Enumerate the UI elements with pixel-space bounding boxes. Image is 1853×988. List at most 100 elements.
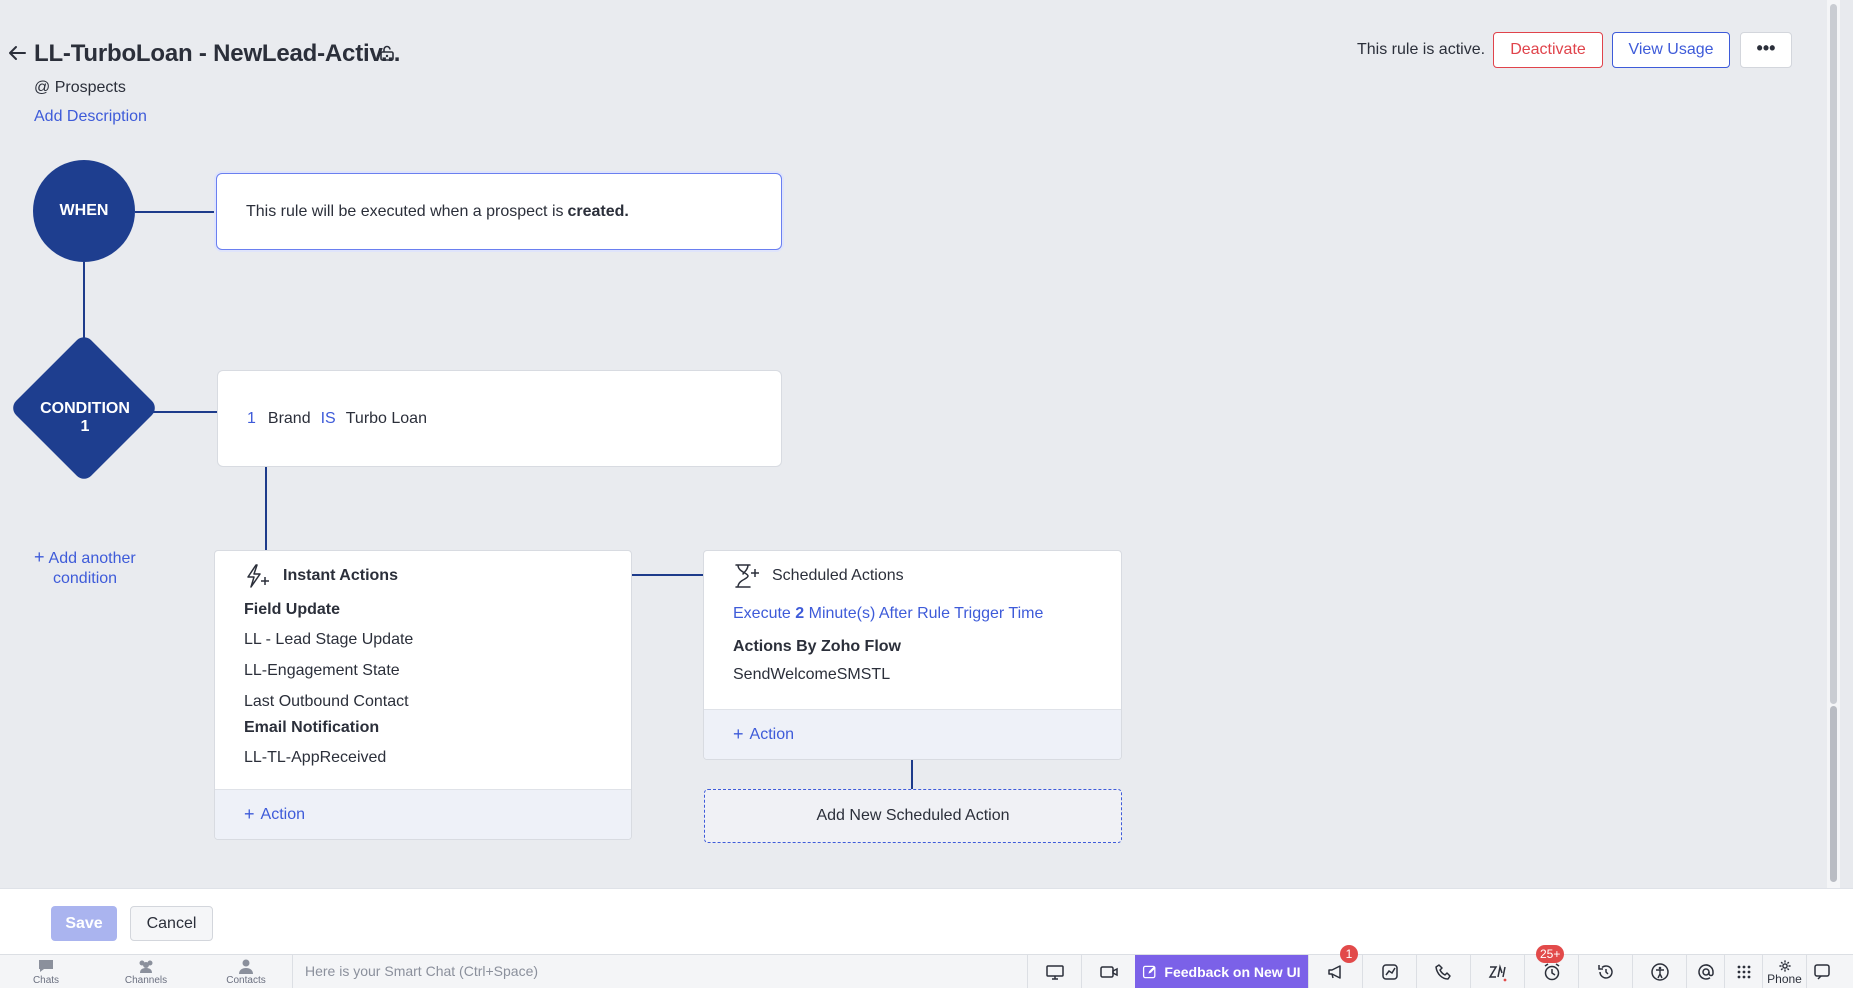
history-button[interactable] — [1578, 955, 1632, 988]
screen-share-button[interactable] — [1027, 955, 1081, 988]
smart-chat-input[interactable]: Here is your Smart Chat (Ctrl+Space) — [292, 955, 1027, 988]
chat-window-button[interactable] — [1806, 955, 1836, 988]
phone-icon — [1434, 963, 1451, 980]
scrollbar-track — [1830, 4, 1837, 704]
edit-icon — [1143, 965, 1157, 978]
group-icon — [139, 960, 153, 973]
when-trigger-box[interactable]: This rule will be executed when a prospe… — [216, 173, 782, 250]
cancel-button[interactable]: Cancel — [130, 906, 213, 941]
zia-icon — [1488, 963, 1506, 981]
criteria-operator: IS — [320, 409, 336, 427]
scheduled-actions-body: Execute 2 Minute(s) After Rule Trigger T… — [704, 605, 1121, 684]
form-footer: Save Cancel — [0, 888, 1853, 954]
rule-status-text: This rule is active. — [1357, 41, 1486, 58]
add-condition-line1: Add another — [48, 550, 136, 567]
meeting-button[interactable] — [1081, 955, 1135, 988]
plus-icon: + — [34, 547, 45, 567]
view-usage-button[interactable]: View Usage — [1612, 32, 1730, 68]
exec-suffix: Minute(s) After Rule Trigger Time — [808, 605, 1044, 622]
connector-instant-to-scheduled — [632, 574, 703, 576]
chats-nav[interactable]: Chats — [11, 958, 81, 986]
email-notification-title: Email Notification — [244, 719, 380, 736]
feedback-label: Feedback on New UI — [1164, 963, 1301, 980]
zoho-flow-title: Actions By Zoho Flow — [733, 638, 901, 655]
add-description-link[interactable]: Add Description — [34, 108, 147, 126]
field-update-item[interactable]: LL - Lead Stage Update — [244, 631, 631, 649]
rule-title: LL-TurboLoan - NewLead-Activ... — [34, 40, 401, 67]
unlock-icon[interactable] — [378, 44, 396, 62]
accessibility-icon — [1650, 962, 1669, 981]
contacts-nav[interactable]: Contacts — [211, 958, 281, 986]
field-update-item[interactable]: Last Outbound Contact — [244, 693, 631, 711]
connector-when-to-box — [135, 211, 216, 213]
grid-icon — [1737, 965, 1750, 978]
person-icon — [239, 959, 253, 974]
instant-add-action-label: Action — [260, 805, 305, 823]
exec-value: 2 — [795, 605, 805, 622]
deactivate-button[interactable]: Deactivate — [1493, 32, 1603, 68]
condition-node-label-line2: 1 — [80, 418, 90, 435]
contacts-label: Contacts — [226, 975, 266, 986]
criteria-field: Brand — [267, 409, 311, 427]
save-button[interactable]: Save — [51, 906, 117, 941]
instant-actions-card: Instant Actions Field Update LL - Lead S… — [214, 550, 632, 840]
when-trigger-event: created. — [567, 202, 629, 220]
apps-button[interactable] — [1724, 955, 1762, 988]
instant-actions-title: Instant Actions — [283, 567, 398, 584]
vertical-scrollbar[interactable] — [1827, 0, 1840, 888]
when-trigger-text: This rule will be executed when a prospe… — [246, 202, 564, 220]
taskbar-tools: Feedback on New UI 1 25+ Phone — [1027, 945, 1836, 988]
instant-add-action-button[interactable]: + Action — [215, 789, 631, 839]
more-options-button[interactable]: ••• — [1740, 32, 1792, 68]
accessibility-button[interactable] — [1632, 955, 1686, 988]
condition-node-label-line1: CONDITION — [40, 400, 130, 417]
add-another-condition-link[interactable]: + Add another condition — [34, 547, 136, 589]
condition-criteria-box[interactable]: 1 Brand IS Turbo Loan — [217, 370, 782, 467]
monitor-icon — [1045, 964, 1064, 980]
module-label: @ Prospects — [34, 79, 126, 96]
add-new-scheduled-action-button[interactable]: Add New Scheduled Action — [704, 789, 1122, 843]
hourglass-plus-icon — [735, 564, 759, 588]
scrollbar-thumb[interactable] — [1830, 706, 1837, 882]
when-node: WHEN — [33, 160, 135, 262]
phone-label: Phone — [1767, 971, 1802, 986]
channels-label: Channels — [124, 975, 168, 986]
criteria-number: 1 — [247, 409, 256, 427]
back-arrow-icon[interactable] — [6, 42, 28, 64]
channels-nav[interactable]: Channels — [111, 958, 181, 986]
phone-call-button[interactable] — [1416, 955, 1470, 988]
rule-canvas: LL-TurboLoan - NewLead-Activ... @ Prospe… — [0, 0, 1840, 888]
mentions-button[interactable] — [1686, 955, 1724, 988]
condition-node-label: CONDITION 1 — [26, 400, 144, 436]
reminders-button[interactable]: 25+ — [1524, 945, 1578, 988]
instant-actions-header: Instant Actions — [215, 551, 631, 601]
lightning-plus-icon — [247, 564, 269, 588]
phone-settings-button[interactable]: Phone — [1762, 955, 1806, 988]
reminders-badge: 25+ — [1536, 945, 1565, 963]
announcements-button[interactable]: 1 — [1308, 945, 1362, 988]
instant-actions-body: Field Update LL - Lead Stage Update LL-E… — [215, 601, 631, 767]
analytics-button[interactable] — [1362, 955, 1416, 988]
feedback-button[interactable]: Feedback on New UI — [1135, 955, 1308, 988]
field-update-item[interactable]: LL-Engagement State — [244, 662, 631, 680]
bottom-taskbar: Chats Channels Contacts Here is your Sma… — [0, 945, 1853, 988]
exec-prefix: Execute — [733, 605, 791, 622]
connector-scheduled-to-add — [911, 760, 913, 789]
chats-label: Chats — [32, 975, 60, 986]
plus-icon: + — [244, 804, 255, 824]
chart-icon — [1381, 963, 1398, 980]
connector-condition-to-actions — [265, 467, 267, 550]
alarm-clock-icon — [1544, 962, 1559, 980]
history-icon — [1597, 964, 1613, 979]
scheduled-add-action-button[interactable]: + Action — [704, 709, 1121, 759]
video-icon — [1099, 965, 1118, 978]
execute-timing-link[interactable]: Execute 2 Minute(s) After Rule Trigger T… — [733, 605, 1121, 623]
zoho-flow-item[interactable]: SendWelcomeSMSTL — [733, 666, 1121, 684]
add-condition-line2: condition — [53, 570, 118, 587]
email-notification-item[interactable]: LL-TL-AppReceived — [244, 749, 631, 767]
zia-button[interactable] — [1470, 955, 1524, 988]
scheduled-actions-header: Scheduled Actions — [704, 551, 1121, 601]
at-sign-icon — [1697, 963, 1714, 980]
scheduled-actions-title: Scheduled Actions — [772, 567, 904, 584]
criteria-value: Turbo Loan — [345, 409, 427, 427]
